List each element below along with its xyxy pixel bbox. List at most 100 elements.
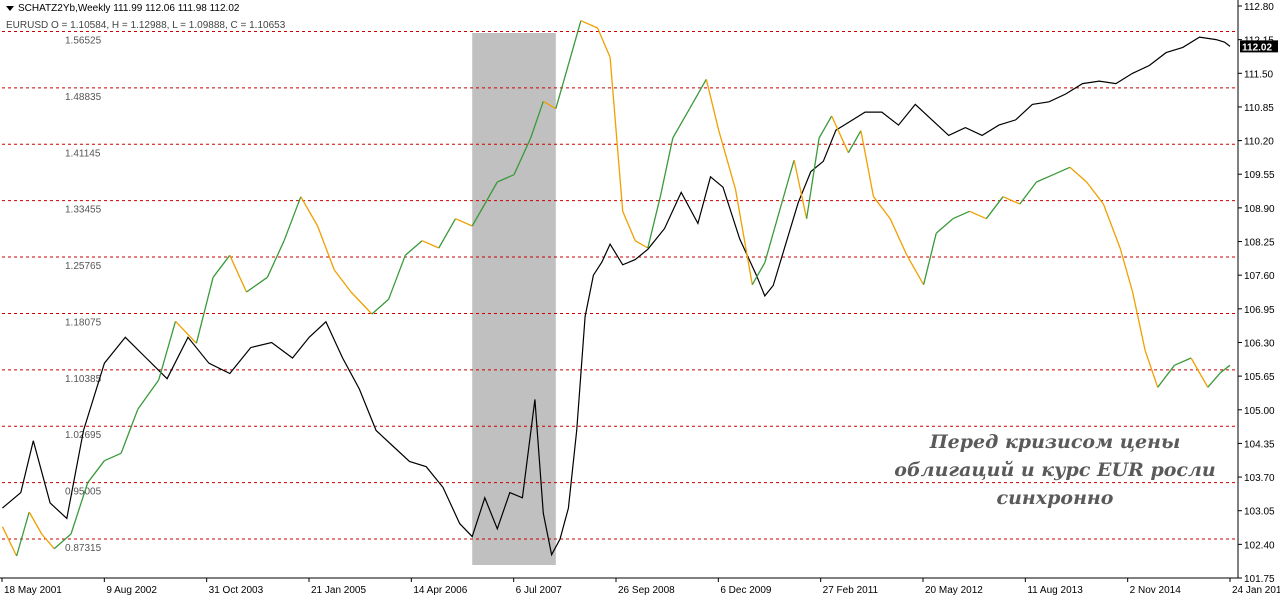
x-axis-tick-label: 11 Aug 2013 <box>1027 585 1083 596</box>
series-segment-eurusd <box>689 78 707 110</box>
series-segment-eurusd <box>872 196 891 220</box>
series-segment-eurusd <box>764 203 783 263</box>
series-segment-eurusd <box>597 27 611 58</box>
left-axis-tick-label: 0.87315 <box>65 543 102 554</box>
series-segment-eurusd <box>906 254 925 286</box>
dropdown-triangle-icon[interactable] <box>6 5 14 11</box>
right-axis-tick-label: 101.75 <box>1244 574 1275 585</box>
series-segment-eurusd <box>387 255 406 300</box>
right-axis-tick-label: 108.90 <box>1244 204 1275 215</box>
right-axis-tick-label: 103.70 <box>1244 473 1275 484</box>
symbol-header[interactable]: SCHATZ2Yb,Weekly 111.99 112.06 111.98 11… <box>6 3 239 14</box>
right-axis-tick-label: 105.65 <box>1244 372 1275 383</box>
x-axis-tick-label: 14 Apr 2006 <box>413 585 467 596</box>
series-segment-eurusd <box>28 511 43 535</box>
series-segment-eurusd <box>922 233 937 285</box>
right-axis-tick-label: 104.35 <box>1244 439 1275 450</box>
series-segment-eurusd <box>860 130 875 197</box>
series-segment-eurusd <box>1131 291 1146 351</box>
series-segment-eurusd <box>718 130 737 190</box>
series-segment-eurusd <box>1144 350 1159 388</box>
series-segment-eurusd <box>818 115 833 139</box>
left-axis-tick-label: 1.25765 <box>65 261 102 272</box>
right-axis-tick-label: 102.40 <box>1244 540 1275 551</box>
series-segment-eurusd <box>1052 166 1071 176</box>
series-segment-eurusd <box>847 130 862 154</box>
left-axis-tick-label: 1.48835 <box>65 92 102 103</box>
series-segment-eurusd <box>622 211 636 241</box>
highlight-layer <box>472 33 556 565</box>
series-segment-eurusd <box>659 137 674 197</box>
series-segment-eurusd <box>1207 372 1221 388</box>
series-segment-eurusd <box>455 218 473 227</box>
current-price-label: 112.02 <box>1242 42 1272 53</box>
series-segment-eurusd <box>1157 364 1175 388</box>
series-segment-eurusd <box>212 254 231 278</box>
right-axis-tick-label: 105.00 <box>1244 406 1275 417</box>
series-segment-eurusd <box>672 108 691 139</box>
x-axis-tick-label: 24 Jan 2016 <box>1232 585 1280 596</box>
series-segment-eurusd <box>283 196 302 241</box>
x-axis-tick-label: 2 Nov 2014 <box>1130 585 1182 596</box>
left-axis-tick-label: 1.41145 <box>65 148 101 159</box>
series-segment-eurusd <box>421 240 440 249</box>
left-axis-tick-label: 1.18075 <box>65 317 102 328</box>
right-axis-tick-label: 110.85 <box>1244 103 1274 114</box>
series-segment-eurusd <box>266 240 285 278</box>
series-segment-eurusd <box>705 79 720 131</box>
series-segment-eurusd <box>316 225 335 271</box>
series-segment-eurusd <box>734 189 753 285</box>
series-segment-eurusd <box>580 20 598 29</box>
series-segment-eurusd <box>1119 247 1134 293</box>
series-segment-eurusd <box>41 533 55 550</box>
current-price-layer: 112.02 <box>1240 40 1278 53</box>
series-segment-eurusd <box>1036 174 1054 183</box>
series-segment-eurusd <box>15 511 30 557</box>
right-axis-tick-label: 110.20 <box>1244 137 1274 148</box>
series-segment-eurusd <box>780 159 795 205</box>
series-segment-eurusd <box>1 526 18 557</box>
highlight-band <box>472 33 556 565</box>
right-axis-tick-label: 109.55 <box>1244 170 1275 181</box>
left-axis-tick-label: 1.10385 <box>65 374 102 385</box>
indicator-header: EURUSD O = 1.10584, H = 1.12988, L = 1.0… <box>6 20 286 31</box>
chart-area[interactable]: 1.56525 1.48835 1.41145 1.33455 1.25765 1.180… <box>0 0 1280 600</box>
x-axis-tick-label: 6 Dec 2009 <box>720 585 772 596</box>
right-axis-tick-label: 111.50 <box>1244 69 1274 80</box>
right-axis-tick-label: 106.30 <box>1244 338 1275 349</box>
series-segment-eurusd <box>969 210 987 220</box>
series-segment-eurusd <box>229 255 248 293</box>
series-segment-eurusd <box>120 409 139 454</box>
series-segment-eurusd <box>195 277 214 344</box>
series-segment-eurusd <box>137 379 160 410</box>
series-segment-eurusd <box>555 64 570 109</box>
x-axis-tick-label: 20 May 2012 <box>925 585 983 596</box>
left-axis-labels: 1.56525 1.48835 1.41145 1.33455 1.25765 1.180… <box>65 35 102 554</box>
series-segment-eurusd <box>246 276 268 293</box>
series-segment-eurusd <box>175 320 197 344</box>
x-axis-tick-label: 9 Aug 2002 <box>106 585 157 596</box>
x-axis-tick-label: 18 May 2001 <box>4 585 62 596</box>
series-segment-eurusd <box>438 218 457 249</box>
series-segment-eurusd <box>350 291 373 315</box>
series-segment-eurusd <box>952 210 970 220</box>
series-segment-eurusd <box>647 196 661 249</box>
right-axis-tick-label: 106.95 <box>1244 305 1275 316</box>
series-segment-eurusd <box>1174 357 1192 366</box>
series-segment-eurusd <box>371 298 390 315</box>
right-axis-tick-label: 107.60 <box>1244 271 1275 282</box>
series-segment-eurusd <box>158 321 177 381</box>
right-axis-labels: 112.80112.15111.50110.85110.20109.55108.… <box>1238 2 1275 585</box>
x-axis-tick-label: 21 Jan 2005 <box>311 585 366 596</box>
x-axis-tick-label: 27 Feb 2011 <box>823 585 879 596</box>
left-axis-tick-label: 1.33455 <box>65 205 102 216</box>
right-axis-tick-label: 112.80 <box>1244 2 1274 13</box>
series-segment-eurusd <box>104 452 122 462</box>
annotation-text: Перед кризисом цены облигаций и курс EUR… <box>894 431 1216 509</box>
series-segment-eurusd <box>1220 364 1231 374</box>
x-axis-tick-label: 6 Jul 2007 <box>516 585 563 596</box>
series-segment-eurusd <box>1190 357 1209 388</box>
series-segment-eurusd <box>935 218 954 234</box>
series-segment-eurusd <box>404 240 423 256</box>
series-segment-eurusd <box>87 460 105 484</box>
